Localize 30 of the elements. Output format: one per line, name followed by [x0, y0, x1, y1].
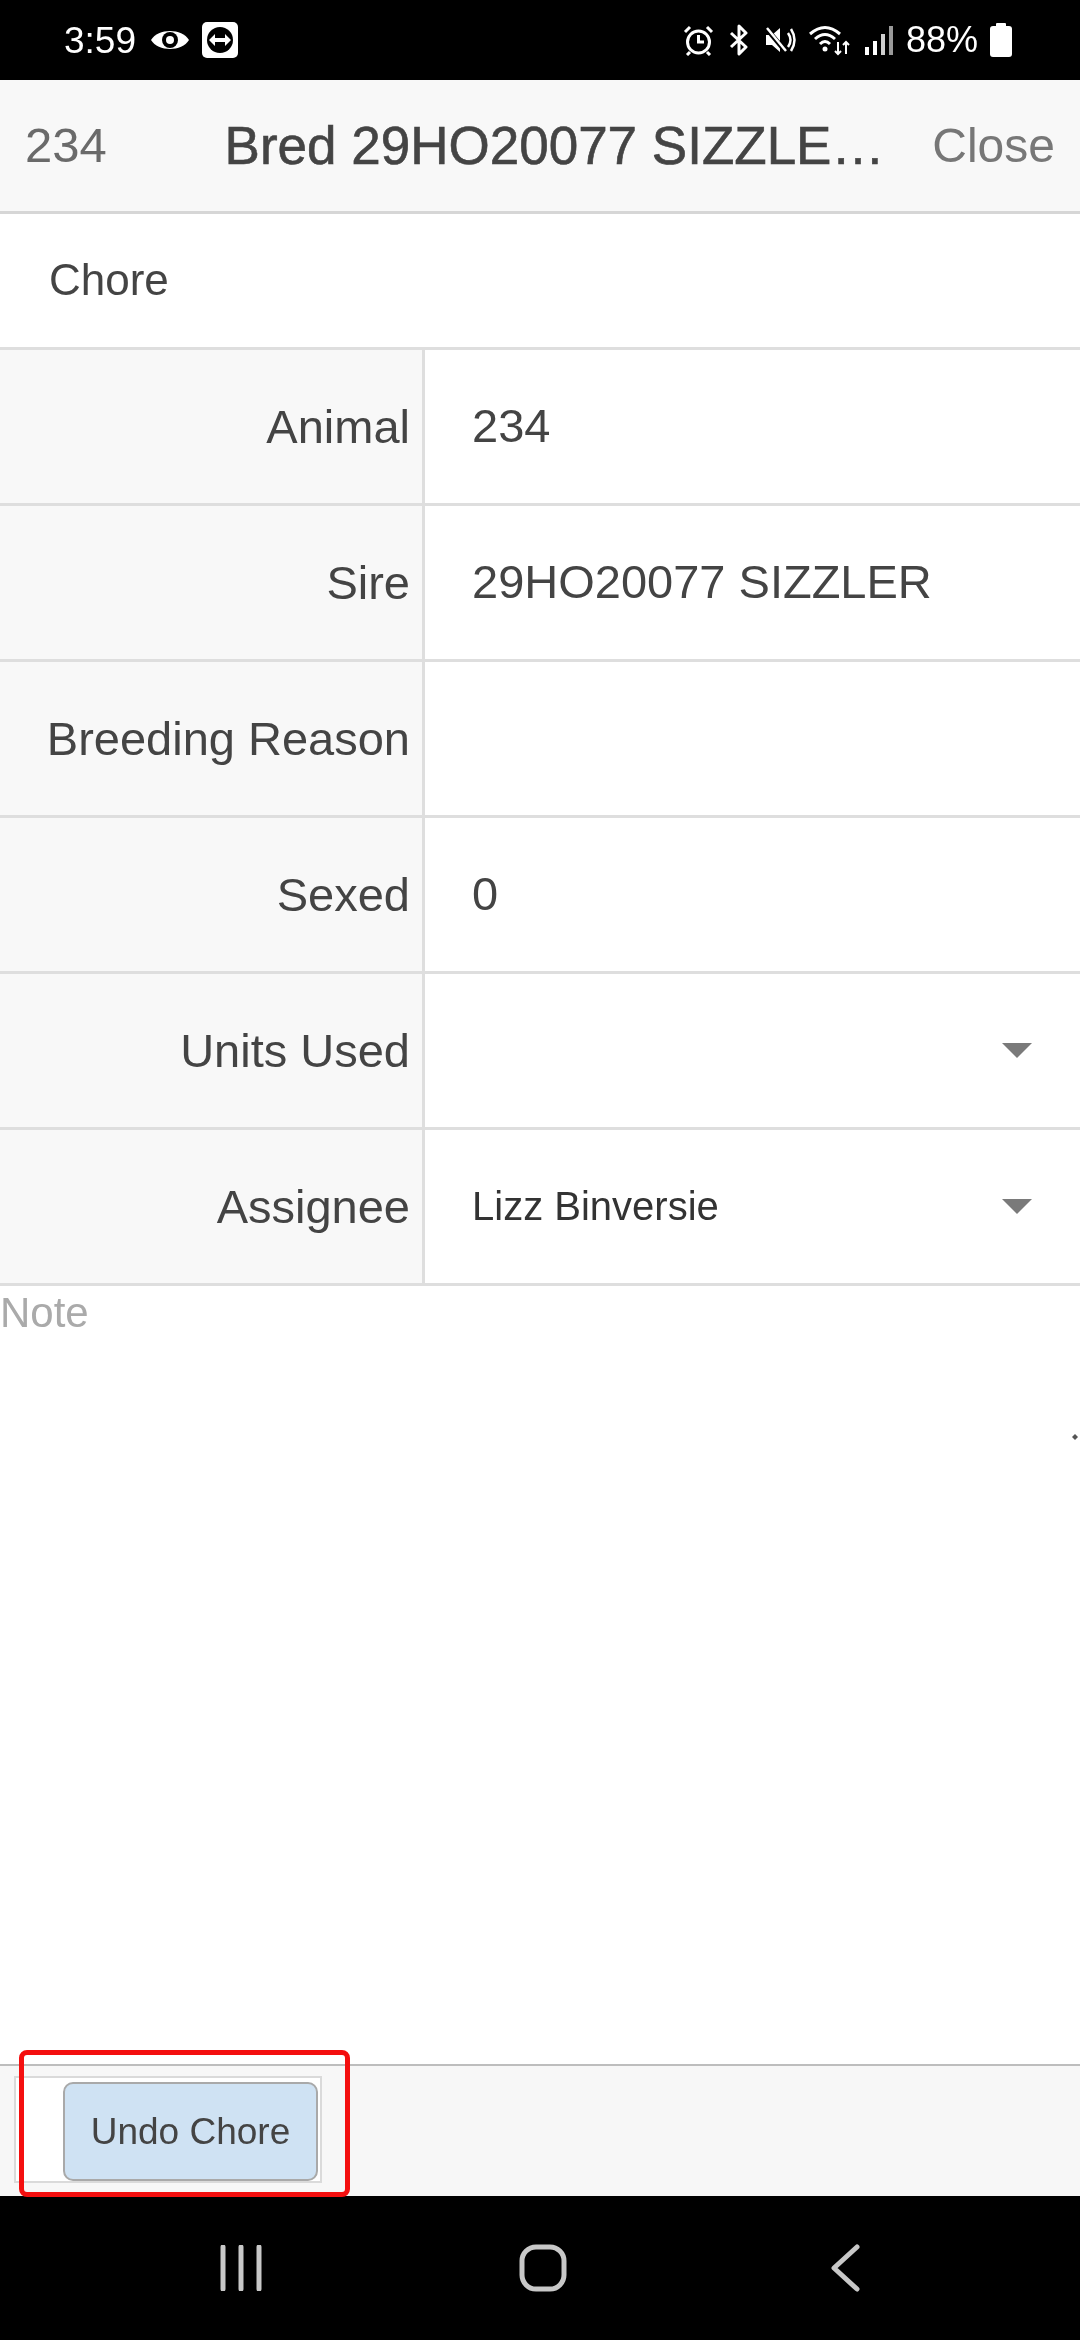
back-icon[interactable] — [830, 2244, 860, 2292]
field-value: 0 — [471, 866, 499, 923]
battery-percent: 88% — [905, 22, 978, 58]
caret-down-icon — [1002, 1199, 1032, 1214]
resize-grip-icon[interactable] — [1072, 1434, 1078, 1440]
battery-icon — [990, 23, 1012, 57]
field-label: Assignee — [0, 1130, 425, 1283]
status-time: 3:59 — [64, 21, 136, 59]
section-title: Chore — [49, 254, 169, 307]
field-label: Sexed — [0, 818, 425, 971]
home-icon[interactable] — [519, 2244, 567, 2292]
caret-down-icon — [1002, 1043, 1032, 1058]
alarm-clock-icon — [682, 24, 714, 56]
recents-icon[interactable] — [220, 2245, 262, 2291]
field-label: Animal — [0, 350, 425, 503]
double-arrow-square-icon — [202, 22, 238, 58]
close-button[interactable]: Close — [932, 116, 1055, 175]
field-label: Sire — [0, 506, 425, 659]
mute-icon — [763, 25, 796, 55]
undo-button[interactable]: Undo Chore — [63, 2082, 318, 2181]
note-field[interactable]: Note — [0, 1286, 1080, 1444]
field-label: Breeding Reason — [0, 662, 425, 815]
signal-icon — [863, 25, 894, 55]
page-title: Bred 29HO20077 SIZZLE… — [224, 114, 885, 177]
animal-id: 234 — [25, 117, 107, 175]
field-value: 29HO20077 SIZZLER — [471, 554, 932, 611]
field-label: Units Used — [0, 974, 425, 1127]
wifi-icon — [807, 24, 852, 56]
dropdown-field[interactable]: Lizz Binversie — [425, 1130, 1080, 1283]
field-value: 234 — [471, 398, 551, 455]
